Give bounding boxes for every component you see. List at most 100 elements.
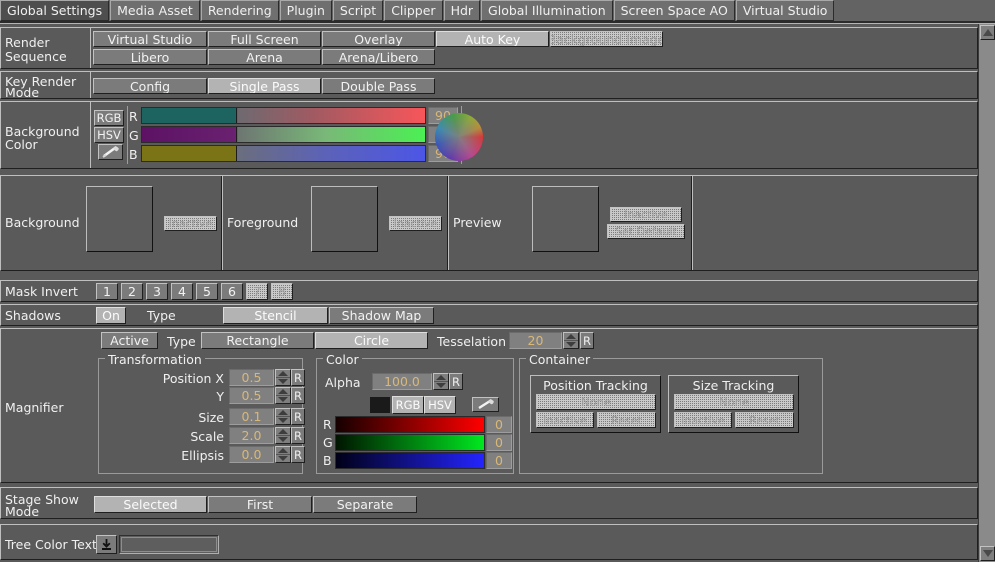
mask-invert-button-8[interactable]: 8 (271, 283, 293, 300)
bg-channel-b-slider[interactable] (141, 145, 426, 162)
stepper-down[interactable] (434, 381, 448, 389)
foreground-preview-box[interactable] (311, 186, 378, 252)
magnifier-channel-b-value[interactable]: 0 (486, 452, 512, 469)
mask-invert-button-6[interactable]: 6 (221, 283, 243, 300)
alpha-stepper[interactable] (433, 373, 449, 390)
mask-invert-button-5[interactable]: 5 (196, 283, 218, 300)
tab-screen-space-ao[interactable]: Screen Space AO (613, 0, 735, 21)
background-color-hsv-button[interactable]: HSV (94, 127, 124, 143)
slider-handle[interactable] (236, 127, 237, 142)
magnifier-channel-r-value[interactable]: 0 (486, 416, 512, 433)
stage-show-mode-first-button[interactable]: First (208, 496, 312, 513)
stepper-down[interactable] (276, 377, 290, 385)
ellipsis-stepper[interactable] (275, 446, 291, 463)
position-tracking-reset-button[interactable]: Reset (597, 412, 656, 428)
render-sequence-background-image-button[interactable]: Background Image (550, 31, 663, 47)
stepper-up[interactable] (276, 409, 290, 416)
scale-value[interactable]: 2.0 (229, 427, 274, 444)
preview-inactive-button[interactable]: Inactive (610, 207, 682, 222)
tab-media-asset[interactable]: Media Asset (110, 0, 200, 21)
tab-global-settings[interactable]: Global Settings (0, 0, 110, 21)
magnifier-hsv-button[interactable]: HSV (424, 396, 456, 414)
mask-invert-button-1[interactable]: 1 (96, 283, 118, 300)
magnifier-eyedropper-button[interactable] (472, 397, 499, 412)
magnifier-channel-g-slider[interactable] (335, 434, 485, 451)
stepper-up[interactable] (276, 370, 290, 377)
bg-channel-r-slider[interactable] (141, 107, 426, 124)
mask-invert-button-4[interactable]: 4 (171, 283, 193, 300)
position-y-value[interactable]: 0.5 (229, 387, 274, 404)
stepper-down[interactable] (276, 416, 290, 424)
size-stepper[interactable] (275, 408, 291, 425)
size-tracking-inactive-button[interactable]: Inactive (674, 412, 732, 428)
background-color-rgb-button[interactable]: RGB (94, 110, 124, 126)
render-sequence-full-screen-button[interactable]: Full Screen (208, 31, 321, 47)
position-tracking-none-button[interactable]: None (536, 394, 656, 410)
magnifier-active-button[interactable]: Active (101, 332, 158, 349)
ellipsis-reset-button[interactable]: R (291, 446, 305, 463)
stepper-up[interactable] (276, 428, 290, 435)
position-tracking-inactive-button[interactable]: Inactive (536, 412, 594, 428)
magnifier-channel-g-value[interactable]: 0 (486, 434, 512, 451)
tab-clipper[interactable]: Clipper (384, 0, 443, 21)
render-sequence-arena-button[interactable]: Arena (208, 49, 321, 65)
alpha-value[interactable]: 100.0 (372, 373, 432, 390)
scrollbar-up-button[interactable] (980, 25, 995, 40)
magnifier-circle-button[interactable]: Circle (315, 332, 428, 349)
alpha-reset-button[interactable]: R (449, 373, 463, 390)
tab-hdr[interactable]: Hdr (443, 0, 481, 21)
size-reset-button[interactable]: R (291, 408, 305, 425)
mask-invert-button-3[interactable]: 3 (146, 283, 168, 300)
key-render-mode-double-pass-button[interactable]: Double Pass (322, 78, 435, 94)
render-sequence-overlay-button[interactable]: Overlay (322, 31, 435, 47)
magnifier-channel-r-slider[interactable] (335, 416, 485, 433)
stepper-up[interactable] (434, 374, 448, 381)
preview-set-default-button[interactable]: Set Default (607, 224, 685, 239)
scale-reset-button[interactable]: R (291, 427, 305, 444)
scrollbar-down-button[interactable] (980, 546, 995, 561)
key-render-mode-single-pass-button[interactable]: Single Pass (208, 78, 321, 94)
color-wheel[interactable] (435, 113, 483, 161)
stepper-down[interactable] (564, 340, 578, 348)
stepper-down[interactable] (276, 395, 290, 403)
tree-color-text-dropdown-button[interactable] (96, 535, 117, 554)
magnifier-tesselation-stepper[interactable] (563, 332, 579, 349)
stage-show-mode-separate-button[interactable]: Separate (313, 496, 417, 513)
tree-color-text-input[interactable] (119, 535, 219, 554)
magnifier-channel-b-slider[interactable] (335, 452, 485, 469)
render-sequence-libero-button[interactable]: Libero (93, 49, 207, 65)
position-y-reset-button[interactable]: R (291, 387, 305, 404)
tab-plugin[interactable]: Plugin (279, 0, 332, 21)
size-tracking-reset-button[interactable]: Reset (735, 412, 794, 428)
vertical-scrollbar[interactable] (978, 24, 995, 562)
stepper-up[interactable] (276, 447, 290, 454)
magnifier-rgb-button[interactable]: RGB (392, 396, 424, 414)
magnifier-color-swatch[interactable] (370, 397, 390, 413)
slider-handle[interactable] (236, 108, 237, 123)
slider-handle[interactable] (236, 146, 237, 161)
size-tracking-none-button[interactable]: None (674, 394, 794, 410)
background-preview-box[interactable] (86, 186, 153, 252)
shadows-on-button[interactable]: On (96, 307, 126, 324)
shadows-stencil-button[interactable]: Stencil (223, 307, 328, 324)
ellipsis-value[interactable]: 0.0 (229, 446, 274, 463)
background-inactive-button[interactable]: Inactive (164, 216, 217, 231)
stage-show-mode-selected-button[interactable]: Selected (94, 496, 207, 513)
tab-rendering[interactable]: Rendering (200, 0, 279, 21)
stepper-up[interactable] (564, 333, 578, 340)
position-x-stepper[interactable] (275, 369, 291, 386)
magnifier-tesselation-value[interactable]: 20 (509, 332, 562, 349)
position-x-value[interactable]: 0.5 (229, 369, 274, 386)
key-render-mode-config-button[interactable]: Config (93, 78, 207, 94)
shadows-shadow-map-button[interactable]: Shadow Map (329, 307, 434, 324)
background-color-eyedropper-button[interactable] (98, 144, 123, 160)
bg-channel-g-slider[interactable] (141, 126, 426, 143)
magnifier-rectangle-button[interactable]: Rectangle (201, 332, 314, 349)
stepper-down[interactable] (276, 454, 290, 462)
tab-script[interactable]: Script (332, 0, 384, 21)
mask-invert-button-2[interactable]: 2 (121, 283, 143, 300)
size-value[interactable]: 0.1 (229, 408, 274, 425)
tab-global-illumination[interactable]: Global Illumination (481, 0, 613, 21)
stepper-up[interactable] (276, 388, 290, 395)
scale-stepper[interactable] (275, 427, 291, 444)
